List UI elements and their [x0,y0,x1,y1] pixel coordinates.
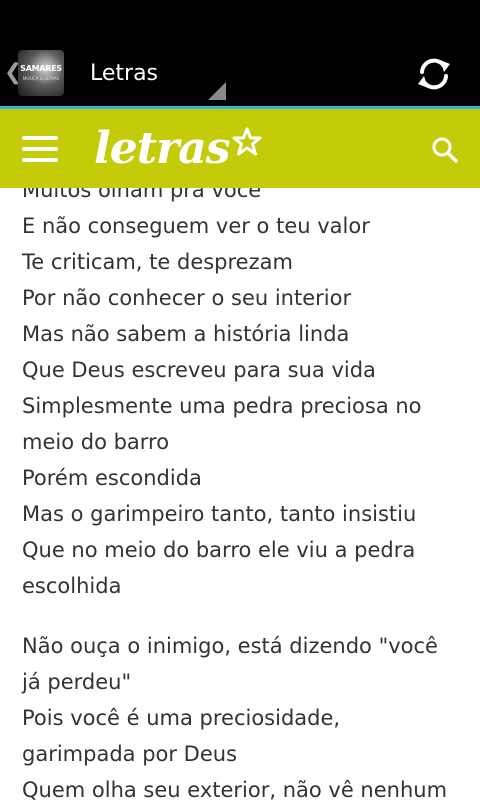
lyric-line: Pois você é uma preciosidade, [22,706,341,730]
lyric-line: meio do barro [22,430,170,454]
lyric-line: E não conseguem ver o teu valor [22,214,370,238]
action-bar-title[interactable]: Letras [90,60,158,88]
refresh-icon [418,58,450,90]
spinner-dropdown-indicator[interactable] [208,82,226,100]
hamburger-menu-button[interactable] [22,136,58,162]
lyric-line: Mas não sabem a história linda [22,322,350,346]
lyric-line: Mas o garimpeiro tanto, tanto insistiu [22,502,417,526]
action-bar: ❮ SAMARES MÚSICA & LETRAS Letras [0,38,480,108]
refresh-button[interactable] [414,54,454,94]
lyric-line: garimpada por Deus [22,742,238,766]
lyric-line: Te criticam, te desprezam [22,250,293,274]
site-header: letras [0,109,480,188]
lyrics-stanza: Não ouça o inimigo, está dizendo "você já… [22,628,462,800]
lyric-line: Por não conhecer o seu interior [22,286,352,310]
site-logo[interactable]: letras [94,123,262,175]
menu-bar-icon [22,136,58,140]
status-bar [0,0,480,38]
lyric-line: já perdeu" [22,670,132,694]
app-icon-subtext: MÚSICA & LETRAS [22,76,60,81]
lyric-line: Quem olha seu exterior, não vê nenhum [22,778,448,800]
search-button[interactable] [430,135,460,165]
search-icon [432,137,458,163]
lyric-line: Não ouça o inimigo, está dizendo "você [22,634,438,658]
app-icon-text: SAMARES [20,64,62,73]
menu-bar-icon [22,147,58,151]
star-icon [232,127,261,156]
menu-bar-icon [22,158,58,162]
lyric-line: escolhida [22,574,122,598]
logo-text: letras [94,123,230,174]
lyric-line: Que no meio do barro ele viu a pedra [22,538,416,562]
lyric-line: Que Deus escreveu para sua vida [22,358,376,382]
app-icon[interactable]: SAMARES MÚSICA & LETRAS [18,50,64,96]
lyric-line: Simplesmente uma pedra preciosa no [22,394,422,418]
lyric-line: Muitos olham pra você [22,188,262,202]
lyric-line: Porém escondida [22,466,202,490]
lyrics-stanza: Muitos olham pra você E não conseguem ver… [22,188,462,604]
lyrics-content[interactable]: Muitos olham pra você E não conseguem ver… [0,188,480,800]
